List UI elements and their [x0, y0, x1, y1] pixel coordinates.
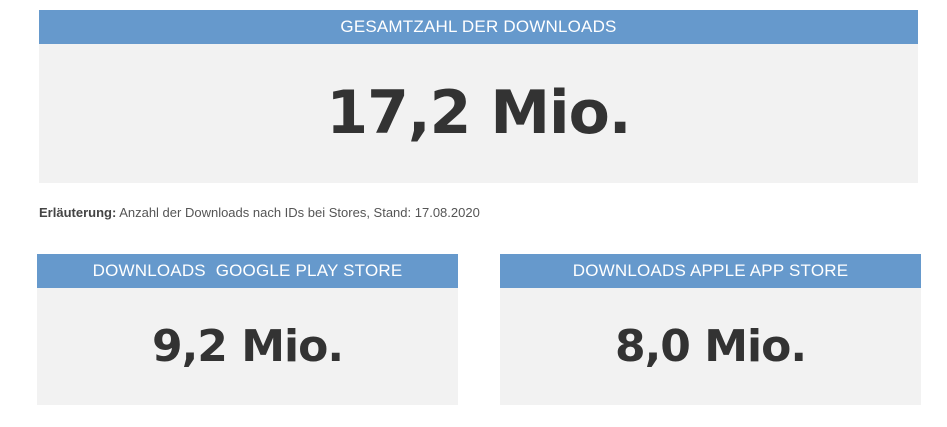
apple-app-store-downloads-card: DOWNLOADS APPLE APP STORE 8,0 Mio.	[500, 254, 921, 405]
apple-app-store-downloads-value: 8,0 Mio.	[614, 321, 807, 372]
google-play-downloads-value: 9,2 Mio.	[151, 321, 344, 372]
total-downloads-value: 17,2 Mio.	[326, 78, 631, 148]
total-downloads-card: GESAMTZAHL DER DOWNLOADS 17,2 Mio.	[39, 10, 918, 183]
apple-app-store-downloads-header: DOWNLOADS APPLE APP STORE	[500, 254, 921, 288]
google-play-downloads-header: DOWNLOADS GOOGLE PLAY STORE	[37, 254, 458, 288]
total-downloads-header: GESAMTZAHL DER DOWNLOADS	[39, 10, 918, 44]
google-play-downloads-card: DOWNLOADS GOOGLE PLAY STORE 9,2 Mio.	[37, 254, 458, 405]
explanation-text: Anzahl der Downloads nach IDs bei Stores…	[116, 205, 480, 220]
explanation-note: Erläuterung: Anzahl der Downloads nach I…	[39, 205, 480, 220]
explanation-label: Erläuterung:	[39, 205, 117, 220]
